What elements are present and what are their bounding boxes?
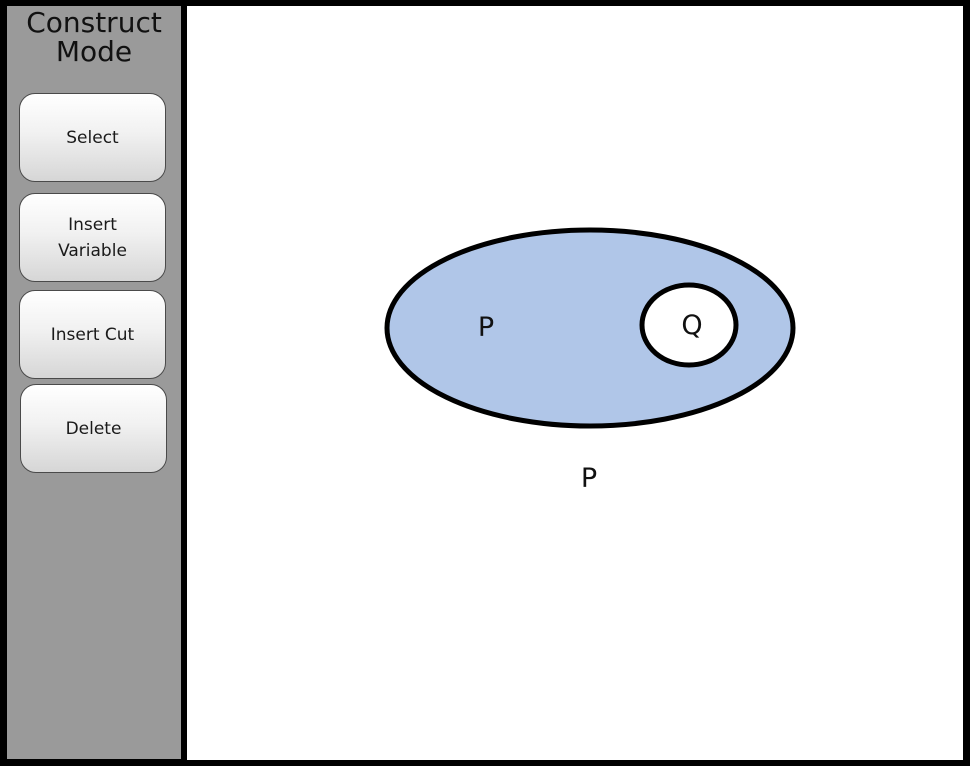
select-button[interactable]: Select [19,93,166,182]
outer-cut-variable[interactable]: P [478,312,494,343]
delete-button[interactable]: Delete [20,384,167,473]
insert-cut-button[interactable]: Insert Cut [19,290,166,379]
inner-cut-variable[interactable]: Q [681,310,702,341]
mode-title-line2: Mode [55,35,133,68]
mode-title: Construct Mode [7,8,181,66]
insert-variable-button[interactable]: Insert Variable [19,193,166,282]
mode-title-line1: Construct [26,6,162,39]
sheet-of-assertion-canvas[interactable]: P Q P [187,6,963,760]
mode-sidebar: Construct Mode Select Insert Variable In… [7,6,181,759]
graph-svg: P Q P [384,227,796,494]
sheet-variable[interactable]: P [581,463,597,494]
